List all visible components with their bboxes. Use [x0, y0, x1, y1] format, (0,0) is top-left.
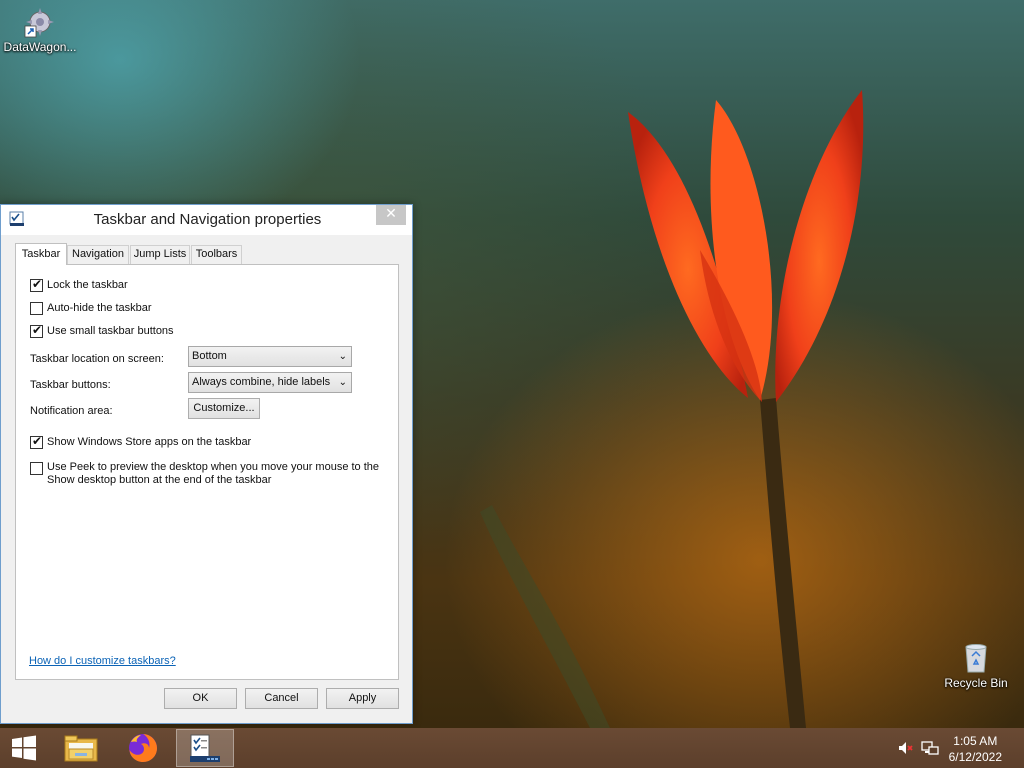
auto-hide-checkbox[interactable] — [30, 302, 43, 315]
datawagon-icon — [24, 8, 54, 38]
taskbar-properties-dialog: Taskbar and Navigation properties ✕ Task… — [0, 204, 413, 724]
location-label: Taskbar location on screen: — [30, 353, 164, 365]
lock-taskbar-checkbox[interactable]: ✔ — [30, 277, 43, 292]
desktop-icon-recycle-bin[interactable]: Recycle Bin — [938, 642, 1014, 690]
file-explorer-icon — [64, 735, 98, 762]
checkbox-label: Use Peek to preview the desktop when you… — [47, 461, 380, 486]
buttons-label: Taskbar buttons: — [30, 379, 111, 391]
store-apps-option[interactable]: ✔ Show Windows Store apps on the taskbar — [30, 434, 252, 449]
chevron-down-icon: ⌄ — [338, 377, 347, 388]
checkbox-label: Show Windows Store apps on the taskbar — [47, 436, 252, 448]
small-buttons-option[interactable]: ✔ Use small taskbar buttons — [30, 323, 174, 338]
checkbox-label: Lock the taskbar — [47, 279, 128, 291]
taskbar-buttons-select[interactable]: Always combine, hide labels ⌄ — [188, 372, 352, 393]
help-link[interactable]: How do I customize taskbars? — [29, 655, 176, 667]
peek-option[interactable]: Use Peek to preview the desktop when you… — [30, 461, 380, 487]
chevron-down-icon: ⌄ — [338, 351, 347, 362]
title-bar[interactable]: Taskbar and Navigation properties ✕ — [1, 205, 412, 235]
notification-label: Notification area: — [30, 405, 113, 417]
check-icon: ✔ — [32, 434, 43, 448]
taskbar-properties-window[interactable] — [176, 729, 234, 767]
peek-checkbox[interactable] — [30, 462, 43, 475]
tab-toolbars[interactable]: Toolbars — [191, 245, 242, 264]
taskbar: 1:05 AM 6/12/2022 — [0, 728, 1024, 768]
desktop-icon-datawagon[interactable]: DataWagon... — [0, 6, 80, 54]
taskbar-buttons-value: Always combine, hide labels — [192, 376, 331, 388]
close-button[interactable]: ✕ — [376, 205, 406, 225]
desktop-icon-label: Recycle Bin — [944, 676, 1008, 690]
cancel-button[interactable]: Cancel — [245, 688, 318, 709]
check-icon: ✔ — [32, 277, 43, 291]
auto-hide-option[interactable]: Auto-hide the taskbar — [30, 302, 152, 315]
clock-time: 1:05 AM — [953, 734, 998, 748]
taskbar-file-explorer[interactable] — [52, 728, 110, 768]
desktop-icon-label: DataWagon... — [3, 40, 77, 54]
checkbox-label: Use small taskbar buttons — [47, 325, 174, 337]
check-icon: ✔ — [32, 323, 43, 337]
firefox-icon — [129, 734, 157, 762]
start-button[interactable] — [0, 728, 48, 768]
checkbox-label: Auto-hide the taskbar — [47, 302, 152, 314]
lock-taskbar-option[interactable]: ✔ Lock the taskbar — [30, 277, 128, 292]
location-select[interactable]: Bottom ⌄ — [188, 346, 352, 367]
dialog-title: Taskbar and Navigation properties — [93, 211, 322, 228]
taskbar-firefox[interactable] — [114, 728, 172, 768]
recycle-bin-icon — [965, 644, 987, 673]
network-icon[interactable] — [921, 740, 939, 756]
windows-start-icon — [12, 735, 36, 761]
store-apps-checkbox[interactable]: ✔ — [30, 434, 43, 449]
tab-jump-lists[interactable]: Jump Lists — [130, 245, 190, 264]
ok-button[interactable]: OK — [164, 688, 237, 709]
taskbar-properties-icon — [190, 734, 220, 762]
taskbar-tab-panel: ✔ Lock the taskbar Auto-hide the taskbar… — [15, 264, 399, 680]
location-value: Bottom — [192, 350, 227, 362]
apply-button[interactable]: Apply — [326, 688, 399, 709]
tab-taskbar[interactable]: Taskbar — [15, 243, 67, 265]
customize-button[interactable]: Customize... — [188, 398, 260, 419]
close-icon: ✕ — [385, 206, 397, 222]
small-buttons-checkbox[interactable]: ✔ — [30, 323, 43, 338]
volume-muted-icon[interactable] — [897, 740, 915, 756]
system-clock[interactable]: 1:05 AM 6/12/2022 — [949, 733, 1002, 765]
tab-navigation[interactable]: Navigation — [67, 245, 129, 264]
clock-date: 6/12/2022 — [948, 750, 1002, 764]
